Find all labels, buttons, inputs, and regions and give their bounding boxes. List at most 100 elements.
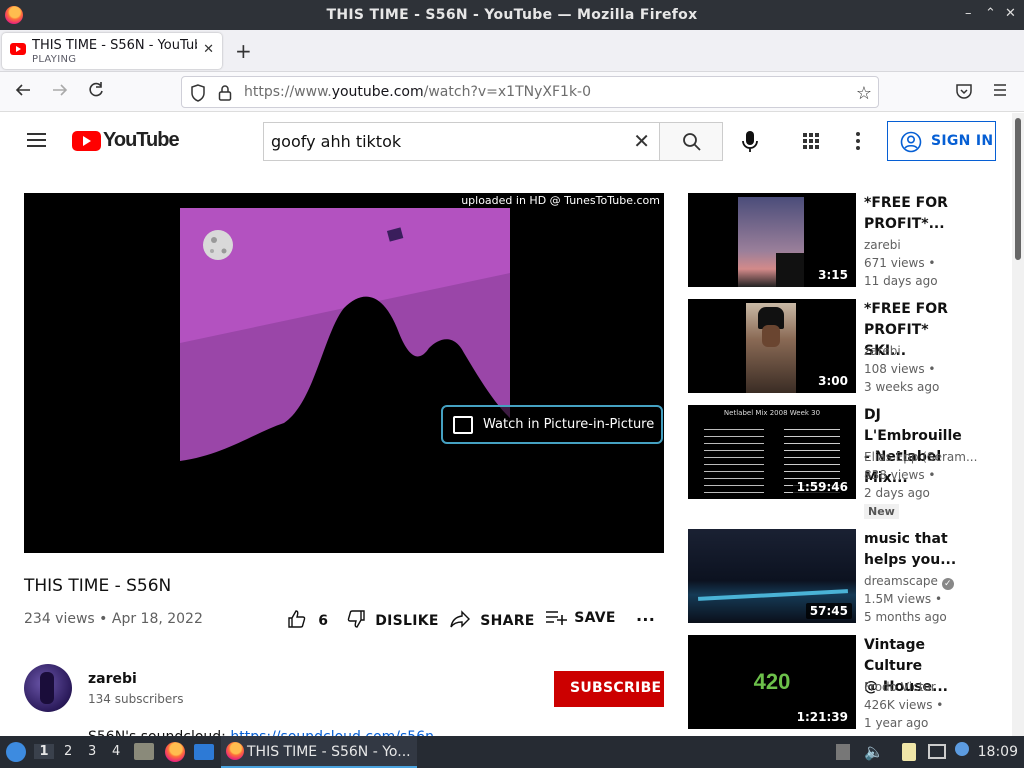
taskbar-firefox-window[interactable]: THIS TIME - S56N - Yo...	[221, 736, 417, 768]
clear-search-icon[interactable]: ✕	[633, 129, 650, 153]
clock: 18:09	[977, 744, 1018, 760]
lock-icon[interactable]	[218, 84, 232, 106]
pocket-icon[interactable]	[955, 82, 973, 105]
recommendation-title[interactable]: *FREE FOR PROFIT*...	[864, 193, 974, 235]
save-button[interactable]: SAVE	[545, 609, 616, 626]
voice-search-button[interactable]	[741, 130, 759, 158]
desktop-icon[interactable]	[194, 744, 214, 760]
new-tab-button[interactable]: +	[235, 39, 252, 63]
video-thumbnail[interactable]: 3:00	[688, 299, 856, 393]
bookmark-star-icon[interactable]: ☆	[856, 83, 872, 104]
youtube-logo-text[interactable]: YouTube	[103, 129, 180, 152]
sign-in-button[interactable]: SIGN IN	[887, 121, 996, 161]
window-title: THIS TIME - S56N - YouTube — Mozilla Fir…	[326, 7, 698, 23]
volume-icon[interactable]: 🔈	[864, 742, 884, 761]
avatar[interactable]	[24, 664, 72, 712]
playlist-add-icon	[546, 611, 567, 625]
minimize-button[interactable]: –	[965, 6, 972, 21]
video-thumbnail[interactable]: Netlabel Mix 2008 Week 30 1:59:46	[688, 405, 856, 499]
recommendation-item[interactable]: 57:45 music that helps you... dreamscape …	[688, 529, 988, 624]
recommendation-channel: zarebi	[864, 238, 901, 252]
settings-more-icon[interactable]	[856, 132, 860, 153]
recommendation-views: 426K views •	[864, 698, 944, 712]
video-thumbnail[interactable]: 420 1:21:39	[688, 635, 856, 729]
dislike-button[interactable]: DISLIKE	[346, 609, 439, 629]
video-duration: 1:59:46	[792, 479, 852, 495]
maximize-button[interactable]: ⌃	[985, 6, 996, 21]
url-text[interactable]: https://www.youtube.com/watch?v=x1TNyXF1…	[244, 84, 591, 100]
recommendation-views: 108 views •	[864, 362, 936, 376]
recommendation-age: 11 days ago	[864, 274, 938, 288]
recommendation-item[interactable]: 3:00 *FREE FOR PROFIT* SKI... zarebi 108 …	[688, 299, 988, 394]
apps-grid-icon[interactable]	[803, 133, 819, 149]
video-duration: 3:00	[814, 373, 852, 389]
recommendation-channel: Frodo Victor	[864, 680, 936, 694]
video-duration: 57:45	[805, 603, 852, 619]
like-button[interactable]: 6	[287, 609, 328, 629]
recommendation-channel: zarebi	[864, 344, 901, 358]
recommendation-item[interactable]: Netlabel Mix 2008 Week 30 1:59:46 DJ L'E…	[688, 405, 988, 519]
start-menu-icon[interactable]	[6, 742, 26, 762]
workspace-3[interactable]: 3	[88, 744, 96, 759]
close-tab-icon[interactable]: ✕	[203, 42, 214, 57]
recommendation-item[interactable]: 420 1:21:39 Vintage Culture @ House... Fr…	[688, 635, 988, 730]
workspace-4[interactable]: 4	[112, 744, 120, 759]
search-input[interactable]	[264, 123, 624, 160]
video-watermark: uploaded in HD @ TunesToTube.com	[461, 194, 660, 207]
scrollbar-thumb[interactable]	[1015, 118, 1021, 260]
search-box[interactable]: ✕	[263, 122, 660, 161]
workspace-2[interactable]: 2	[64, 744, 72, 759]
file-manager-icon[interactable]	[134, 743, 154, 760]
youtube-logo-icon[interactable]	[72, 131, 101, 151]
subscribe-button[interactable]: SUBSCRIBE	[554, 671, 664, 707]
new-badge: New	[864, 504, 899, 519]
picture-in-picture-button[interactable]: Watch in Picture-in-Picture	[441, 405, 663, 444]
recommendation-views: 838 views •	[864, 468, 936, 482]
account-icon	[900, 131, 922, 153]
subscriber-count: 134 subscribers	[88, 692, 184, 706]
search-button[interactable]	[659, 122, 723, 161]
forward-button[interactable]	[51, 81, 69, 104]
shield-icon[interactable]	[190, 84, 206, 106]
video-title: THIS TIME - S56N	[24, 576, 172, 596]
clipboard-icon[interactable]	[902, 743, 916, 761]
notification-icon[interactable]	[955, 742, 969, 756]
url-bar[interactable]: https://www.youtube.com/watch?v=x1TNyXF1…	[181, 76, 879, 108]
firefox-icon	[226, 742, 244, 760]
menu-icon[interactable]	[992, 82, 1008, 103]
recommendation-age: 3 weeks ago	[864, 380, 940, 394]
recommendation-item[interactable]: 3:15 *FREE FOR PROFIT*... zarebi 671 view…	[688, 193, 988, 288]
picture-in-picture-icon	[453, 416, 473, 434]
page-scrollbar[interactable]	[1012, 113, 1024, 736]
guide-menu-icon[interactable]	[27, 133, 46, 147]
back-button[interactable]	[14, 81, 32, 104]
task-title: THIS TIME - S56N - Yo...	[247, 744, 411, 760]
reload-button[interactable]	[87, 81, 105, 104]
tab-title: THIS TIME - S56N - YouTube	[32, 38, 197, 53]
video-thumbnail[interactable]: 57:45	[688, 529, 856, 623]
arrow-right-icon	[53, 84, 68, 96]
video-player[interactable]: uploaded in HD @ TunesToTube.com	[24, 193, 664, 553]
youtube-favicon-icon	[10, 43, 26, 55]
tab-strip: THIS TIME - S56N - YouTube PLAYING ✕ +	[0, 30, 1024, 72]
network-icon[interactable]	[928, 744, 946, 759]
recommendation-title[interactable]: music that helps you...	[864, 529, 974, 571]
thumbnail-text: 420	[753, 669, 791, 694]
recommendation-age: 1 year ago	[864, 716, 929, 730]
video-thumbnail[interactable]: 3:15	[688, 193, 856, 287]
video-metadata: 234 views • Apr 18, 2022	[24, 611, 203, 627]
video-duration: 3:15	[814, 267, 852, 283]
thumbs-up-icon	[288, 610, 306, 628]
more-actions-button[interactable]: ...	[636, 606, 655, 625]
thumbnail-text: Netlabel Mix 2008 Week 30	[723, 409, 821, 417]
tray-arrow-icon[interactable]	[836, 744, 850, 760]
browser-tab[interactable]: THIS TIME - S56N - YouTube PLAYING ✕	[2, 33, 222, 69]
close-window-button[interactable]: ✕	[1005, 6, 1016, 21]
workspace-1[interactable]: 1	[34, 744, 54, 759]
recommendation-channel: dreamscape ✓	[864, 574, 979, 590]
channel-name[interactable]: zarebi	[88, 671, 137, 687]
share-button[interactable]: SHARE	[449, 609, 535, 629]
video-frame-artwork	[24, 208, 664, 553]
firefox-launcher-icon[interactable]	[165, 742, 185, 762]
thumbs-down-icon	[347, 610, 365, 628]
